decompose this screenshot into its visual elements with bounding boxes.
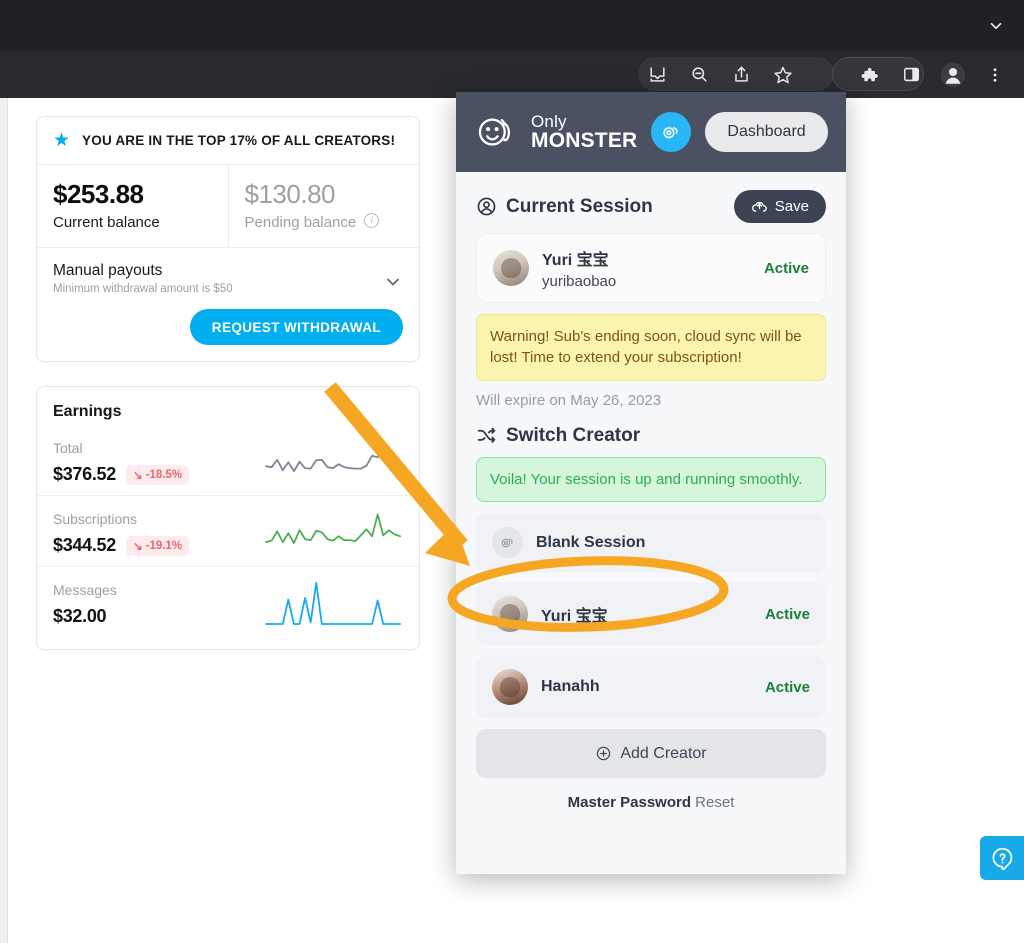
current-session-title: Current Session	[506, 195, 653, 217]
avatar	[492, 669, 528, 706]
star-icon: ★	[53, 130, 71, 151]
avatar	[493, 250, 529, 286]
screen: yuribaobao ★ YOU ARE IN THE TOP 17% OF A…	[0, 0, 1024, 943]
request-withdrawal-button[interactable]: REQUEST WITHDRAWAL	[189, 309, 403, 345]
side-panel-icon[interactable]	[890, 54, 932, 96]
pending-balance-amount: $130.80	[244, 179, 336, 209]
manual-payouts-section: Manual payouts Minimum withdrawal amount…	[37, 248, 419, 309]
browser-toolbar: yuribaobao	[0, 51, 1024, 146]
extensions-puzzle-icon[interactable]	[848, 54, 890, 96]
blank-session-icon	[492, 527, 523, 559]
zoom-out-icon[interactable]	[678, 54, 720, 96]
earnings-delta-badge: ↘ -18.5%	[125, 464, 190, 485]
earnings-card: Earnings Total $376.52 ↘ -18.5% Subscrip…	[36, 386, 420, 650]
creator-row-yuri[interactable]: Yuri 宝宝 Active	[476, 583, 826, 646]
current-balance-label: Current balance	[53, 214, 160, 231]
top-creators-banner: ★ YOU ARE IN THE TOP 17% OF ALL CREATORS…	[37, 117, 419, 165]
creator-name: Yuri 宝宝	[541, 608, 608, 626]
current-session-header: Current Session Save	[476, 172, 826, 233]
earnings-delta-value: -18.5%	[145, 468, 183, 481]
sparkline-messages	[263, 579, 403, 627]
add-creator-label: Add Creator	[620, 744, 707, 762]
save-button[interactable]: Save	[733, 190, 826, 223]
dashboard-column: ★ YOU ARE IN THE TOP 17% OF ALL CREATORS…	[36, 116, 420, 650]
sparkline-subscriptions	[263, 508, 403, 556]
save-button-label: Save	[774, 198, 809, 215]
chevron-down-icon[interactable]	[984, 14, 1008, 38]
master-password-reset-link[interactable]: Reset	[691, 794, 734, 811]
onlymonster-badge-icon[interactable]	[651, 112, 692, 152]
master-password-footer[interactable]: Master Password Reset	[476, 778, 826, 821]
earnings-value: $32.00	[53, 606, 107, 626]
downloads-icon[interactable]	[636, 54, 678, 96]
browser-title-bar	[0, 0, 1024, 51]
balance-card: ★ YOU ARE IN THE TOP 17% OF ALL CREATORS…	[36, 116, 420, 362]
switch-creator-header: Switch Creator	[476, 409, 826, 457]
earnings-category: Total	[53, 440, 83, 456]
top-creators-banner-text: YOU ARE IN THE TOP 17% OF ALL CREATORS!	[82, 133, 396, 148]
expiry-text: Will expire on May 26, 2023	[476, 391, 662, 409]
profile-avatar-icon[interactable]	[932, 54, 974, 96]
extension-popup: Only MONSTER Dashboard Current Session S…	[456, 92, 846, 874]
earnings-title: Earnings	[53, 403, 122, 420]
shuffle-icon	[477, 427, 496, 443]
balances-row: $253.88 Current balance $130.80 Pending …	[37, 165, 419, 248]
help-question-icon[interactable]	[980, 836, 1024, 880]
toolbar-icon-group	[636, 51, 1016, 98]
pending-balance-label: Pending balance	[244, 214, 357, 231]
plus-circle-icon	[597, 747, 611, 761]
brand-logo: Only MONSTER	[476, 112, 637, 152]
switch-creator-title: Switch Creator	[506, 424, 641, 446]
trend-down-icon: ↘	[132, 469, 143, 482]
earnings-value: $344.52	[53, 535, 116, 555]
earnings-value: $376.52	[53, 464, 116, 484]
page-left-gutter	[0, 98, 8, 943]
trend-down-icon: ↘	[132, 540, 143, 553]
subscription-warning: Warning! Sub's ending soon, cloud sync w…	[476, 314, 826, 381]
current-session-name: Yuri 宝宝	[542, 252, 609, 269]
popup-body: Current Session Save Yuri 宝宝 yuribaobao …	[456, 172, 846, 874]
more-menu-icon[interactable]	[974, 54, 1016, 96]
extension-onlymonster-icon[interactable]	[804, 54, 848, 96]
pending-balance-cell: $130.80 Pending balance i	[227, 165, 420, 247]
cloud-upload-icon	[751, 201, 767, 212]
creator-name: Hanahh	[541, 678, 600, 696]
earnings-row-subscriptions: Subscriptions $344.52 ↘ -19.1%	[37, 495, 419, 566]
sparkline-total	[263, 437, 403, 485]
earnings-delta-badge: ↘ -19.1%	[125, 535, 190, 556]
session-success-message: Voila! Your session is up and running sm…	[476, 456, 826, 503]
status-badge: Active	[763, 259, 809, 277]
dashboard-button[interactable]: Dashboard	[705, 112, 828, 152]
bookmark-star-icon[interactable]	[762, 54, 804, 96]
earnings-category: Subscriptions	[53, 511, 138, 527]
user-circle-icon	[477, 197, 496, 216]
earnings-category: Messages	[53, 582, 117, 598]
creator-row-hanahh[interactable]: Hanahh Active	[476, 656, 826, 719]
creator-name: Blank Session	[536, 533, 646, 551]
earnings-row-messages: Messages $32.00	[37, 566, 419, 637]
brand-line-2: MONSTER	[531, 129, 638, 152]
current-balance-amount: $253.88	[53, 179, 144, 209]
monster-face-icon	[478, 118, 511, 146]
current-balance-cell: $253.88 Current balance	[37, 165, 228, 247]
share-icon[interactable]	[720, 54, 762, 96]
add-creator-button[interactable]: Add Creator	[476, 729, 826, 779]
info-icon[interactable]: i	[364, 213, 380, 228]
creator-row-blank-session[interactable]: Blank Session	[476, 513, 826, 573]
earnings-delta-value: -19.1%	[145, 539, 183, 552]
brand-line-1: Only	[531, 112, 567, 131]
master-password-label: Master Password	[567, 794, 692, 812]
earnings-row-total: Total $376.52 ↘ -18.5%	[37, 425, 419, 495]
manual-payouts-title: Manual payouts	[53, 262, 163, 279]
status-badge: Active	[764, 678, 810, 696]
status-badge: Active	[764, 605, 810, 623]
avatar	[492, 596, 528, 633]
current-session-card[interactable]: Yuri 宝宝 yuribaobao Active	[476, 233, 826, 303]
manual-payouts-subtitle: Minimum withdrawal amount is $50	[53, 283, 233, 295]
current-session-handle: yuribaobao	[542, 273, 617, 290]
popup-header: Only MONSTER Dashboard	[456, 92, 846, 172]
chevron-down-icon[interactable]	[383, 272, 403, 297]
